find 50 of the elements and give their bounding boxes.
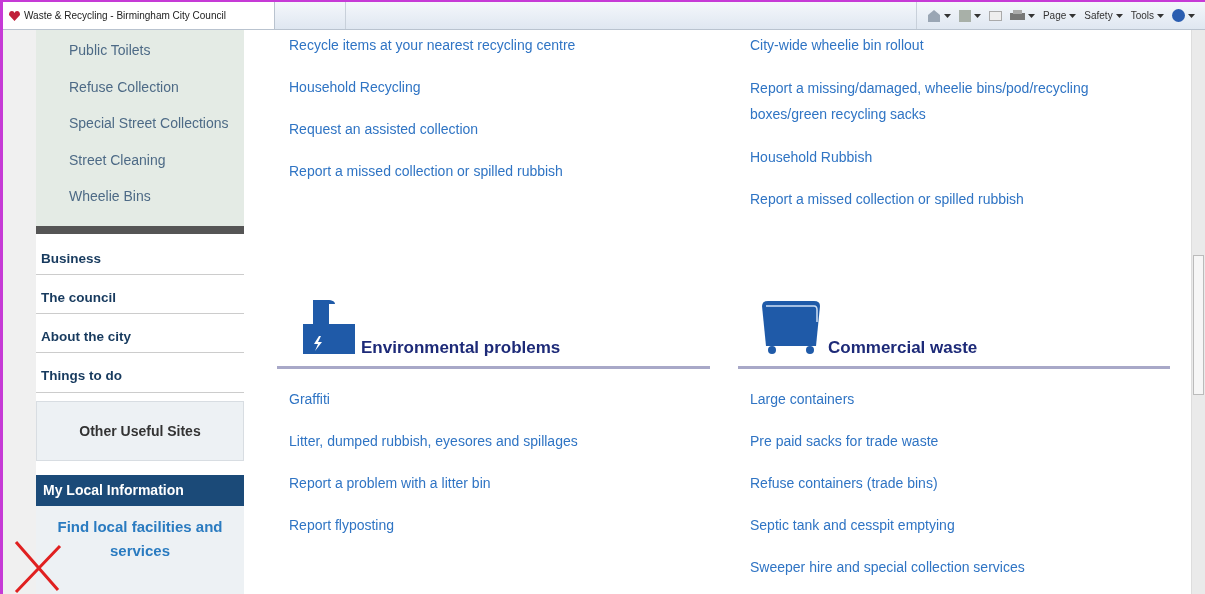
help-icon[interactable]: [1172, 9, 1185, 22]
nav-link[interactable]: The council: [36, 274, 244, 315]
service-link[interactable]: Sweeper hire and special collection services: [750, 555, 1150, 579]
service-link[interactable]: Report a missed collection or spilled rubbish: [750, 187, 1150, 211]
service-link[interactable]: Report a missed collection or spilled rubbish: [289, 159, 689, 183]
caret-icon: [1157, 13, 1164, 18]
service-link[interactable]: Report flyposting: [289, 513, 689, 537]
nav-link[interactable]: Things to do: [36, 353, 244, 393]
mail-icon[interactable]: [988, 10, 1002, 21]
service-link[interactable]: Litter, dumped rubbish, eyesores and spillages: [289, 429, 689, 453]
menu-button[interactable]: Page: [1042, 10, 1077, 21]
menu-button[interactable]: Tools: [1130, 10, 1164, 21]
service-link[interactable]: Recycle items at your nearest recycling centre: [289, 33, 689, 57]
caret-icon: [1188, 13, 1195, 18]
caret-icon: [973, 13, 981, 18]
service-link[interactable]: Report a problem with a litter bin: [289, 471, 689, 495]
service-link[interactable]: Household Rubbish: [750, 145, 1150, 169]
service-link[interactable]: Request an assisted collection: [289, 117, 689, 141]
service-link[interactable]: Report a missing/damaged, wheelie bins/pod/recycling boxes/green recycling sacks: [750, 75, 1150, 127]
heart-icon: [9, 10, 20, 21]
menu-button[interactable]: Safety: [1084, 10, 1123, 21]
nav-link[interactable]: About the city: [36, 314, 244, 354]
service-link[interactable]: Large containers: [750, 387, 1150, 411]
scroll-thumb[interactable]: [1193, 255, 1204, 395]
browser-tab[interactable]: Waste & Recycling - Birmingham City Council: [3, 2, 275, 29]
nav-link[interactable]: Business: [36, 235, 244, 275]
service-link[interactable]: City-wide wheelie bin rollout: [750, 33, 1150, 57]
submenu-link[interactable]: Refuse Collection: [36, 71, 244, 108]
print-icon[interactable]: [1009, 9, 1025, 22]
useful-sites-link[interactable]: Other Useful Sites: [36, 400, 244, 462]
service-link[interactable]: Pre paid sacks for trade waste: [750, 429, 1150, 453]
panel-heading: My Local Information: [36, 475, 244, 507]
caret-icon: [1069, 13, 1077, 18]
submenu-link[interactable]: Street Cleaning: [36, 144, 244, 181]
cross-mark-drawing: [12, 540, 62, 594]
service-link[interactable]: Refuse containers (trade bins): [750, 471, 1150, 495]
caret-icon: [1027, 13, 1035, 18]
section-heading: Commercial waste: [828, 338, 978, 358]
caret-icon: [943, 13, 951, 18]
submenu-link[interactable]: Special Street Collections: [36, 108, 244, 145]
facilities-link[interactable]: Find local facilities and services: [44, 515, 236, 564]
caret-icon: [1115, 13, 1123, 18]
section-heading: Environmental problems: [361, 338, 561, 358]
submenu-link[interactable]: Wheelie Bins: [36, 181, 244, 218]
scrollbar[interactable]: [1191, 30, 1205, 594]
service-link[interactable]: Septic tank and cesspit emptying: [750, 513, 1150, 537]
service-link[interactable]: Graffiti: [289, 387, 689, 411]
service-link[interactable]: Household Recycling: [289, 75, 689, 99]
home-icon[interactable]: [926, 9, 941, 22]
submenu-link[interactable]: Public Toilets: [36, 35, 244, 72]
